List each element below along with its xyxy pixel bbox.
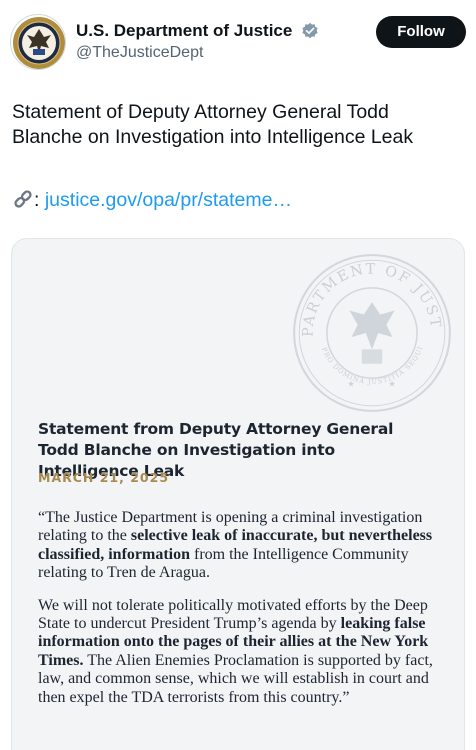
doj-seal-icon bbox=[13, 17, 65, 69]
display-name[interactable]: U.S. Department of Justice bbox=[76, 20, 292, 42]
tweet-text: Statement of Deputy Attorney General Tod… bbox=[12, 101, 414, 148]
svg-text:★: ★ bbox=[347, 379, 354, 388]
verified-badge-icon[interactable] bbox=[301, 22, 319, 40]
card-paragraph-1: “The Justice Department is opening a cri… bbox=[38, 509, 448, 583]
para2-text-b: The Alien Enemies Proclamation is suppor… bbox=[38, 651, 433, 706]
link-separator: : bbox=[34, 189, 40, 211]
tweet-header: U.S. Department of Justice @TheJusticeDe… bbox=[0, 0, 476, 78]
avatar[interactable] bbox=[10, 14, 66, 70]
tweet-link-line: : justice.gov/opa/pr/stateme… bbox=[12, 187, 462, 213]
account-names: U.S. Department of Justice @TheJusticeDe… bbox=[76, 20, 319, 64]
tweet-link[interactable]: justice.gov/opa/pr/stateme… bbox=[45, 189, 292, 211]
link-preview-card[interactable]: DEPARTMENT OF JUSTICE QUI PRO DOMINA JUS… bbox=[11, 238, 465, 750]
svg-text:★: ★ bbox=[388, 379, 395, 388]
card-date: MARCH 21, 2025 bbox=[38, 470, 170, 485]
doj-watermark-seal-icon: DEPARTMENT OF JUSTICE QUI PRO DOMINA JUS… bbox=[290, 251, 451, 412]
follow-button[interactable]: Follow bbox=[376, 16, 466, 48]
handle[interactable]: @TheJusticeDept bbox=[76, 42, 319, 64]
card-body: “The Justice Department is opening a cri… bbox=[38, 509, 448, 721]
link-icon bbox=[14, 190, 32, 208]
card-paragraph-2: We will not tolerate politically motivat… bbox=[38, 597, 448, 707]
